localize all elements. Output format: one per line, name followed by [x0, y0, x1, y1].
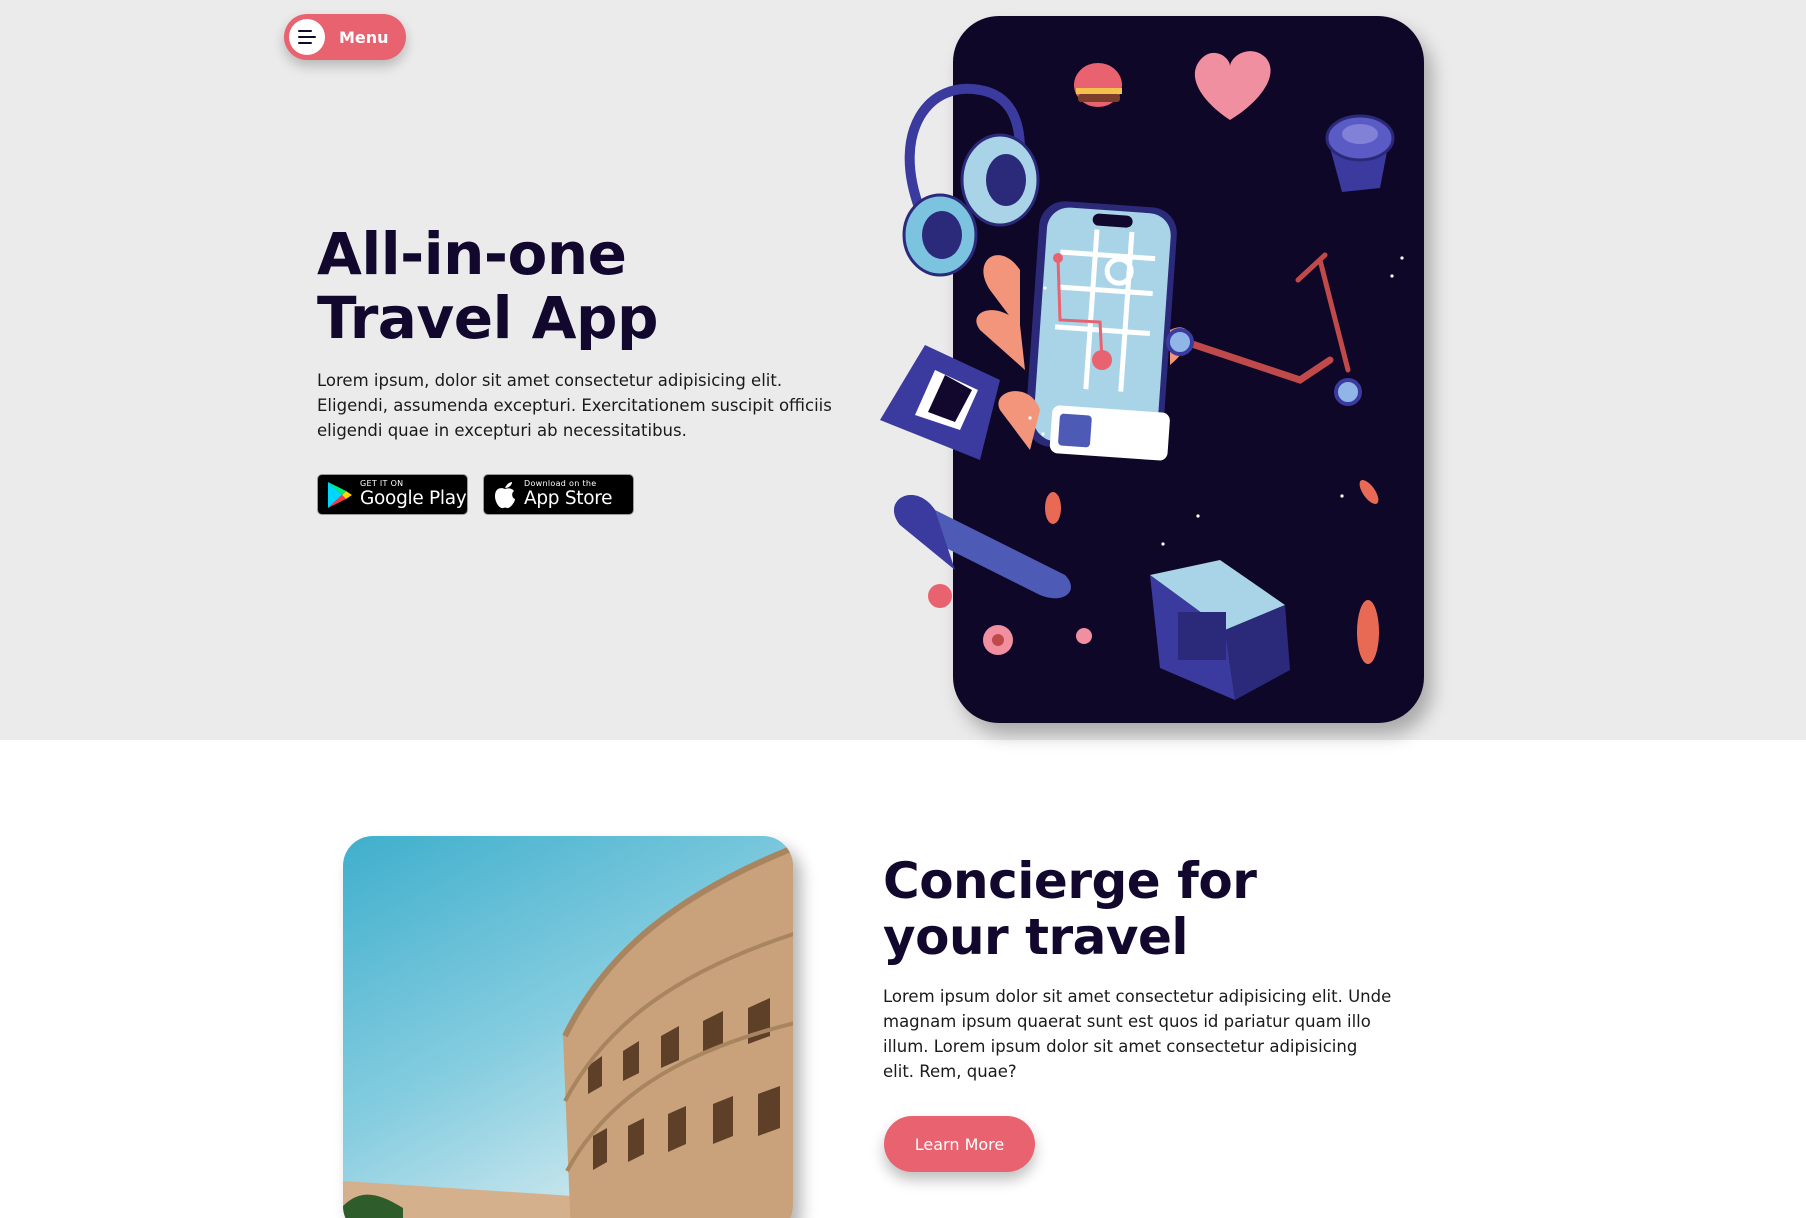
- google-play-icon: [328, 481, 352, 508]
- hero-title-line-2: Travel App: [317, 284, 659, 352]
- app-store-button[interactable]: Download on the App Store: [483, 474, 634, 515]
- skateboard-icon: [894, 494, 1092, 655]
- hero-description: Lorem ipsum, dolor sit amet consectetur …: [317, 371, 832, 440]
- hero-title: All-in-one Travel App: [317, 222, 837, 350]
- google-play-big-text: Google Play: [360, 488, 467, 510]
- app-store-big-text: App Store: [524, 488, 613, 510]
- menu-button[interactable]: Menu: [284, 14, 406, 60]
- hand-phone-icon: [976, 201, 1189, 461]
- google-play-button[interactable]: GET IT ON Google Play: [317, 474, 468, 515]
- colosseum-image: [343, 836, 793, 1218]
- headphones-icon: [902, 83, 1040, 277]
- concierge-title: Concierge for your travel: [883, 852, 1257, 966]
- learn-more-button[interactable]: Learn More: [884, 1116, 1035, 1172]
- concierge-description: Lorem ipsum dolor sit amet consectetur a…: [883, 987, 1392, 1081]
- coffee-cup-icon: [1325, 114, 1395, 192]
- coin-icon: [1357, 600, 1379, 664]
- apple-icon: [495, 481, 515, 508]
- burger-icon: [1074, 63, 1122, 107]
- menu-label: Menu: [339, 27, 389, 47]
- book-icon: [1150, 560, 1290, 700]
- google-play-small-text: GET IT ON: [360, 479, 404, 489]
- scooter-icon: [1166, 252, 1362, 406]
- hero-section: Menu All-in-one Travel App Lorem ipsum, …: [0, 0, 1806, 740]
- travel-illustration: [880, 51, 1404, 700]
- concierge-title-line-2: your travel: [883, 908, 1189, 966]
- heart-icon: [1194, 51, 1271, 121]
- menu-icon: [289, 19, 325, 55]
- hero-title-line-1: All-in-one: [317, 220, 627, 288]
- concierge-title-line-1: Concierge for: [883, 852, 1257, 910]
- laptop-icon: [880, 345, 1000, 460]
- colosseum-picture: [343, 836, 793, 1218]
- coin-icon: [1045, 492, 1061, 524]
- app-store-small-text: Download on the: [524, 479, 597, 489]
- coin-icon: [1359, 480, 1379, 504]
